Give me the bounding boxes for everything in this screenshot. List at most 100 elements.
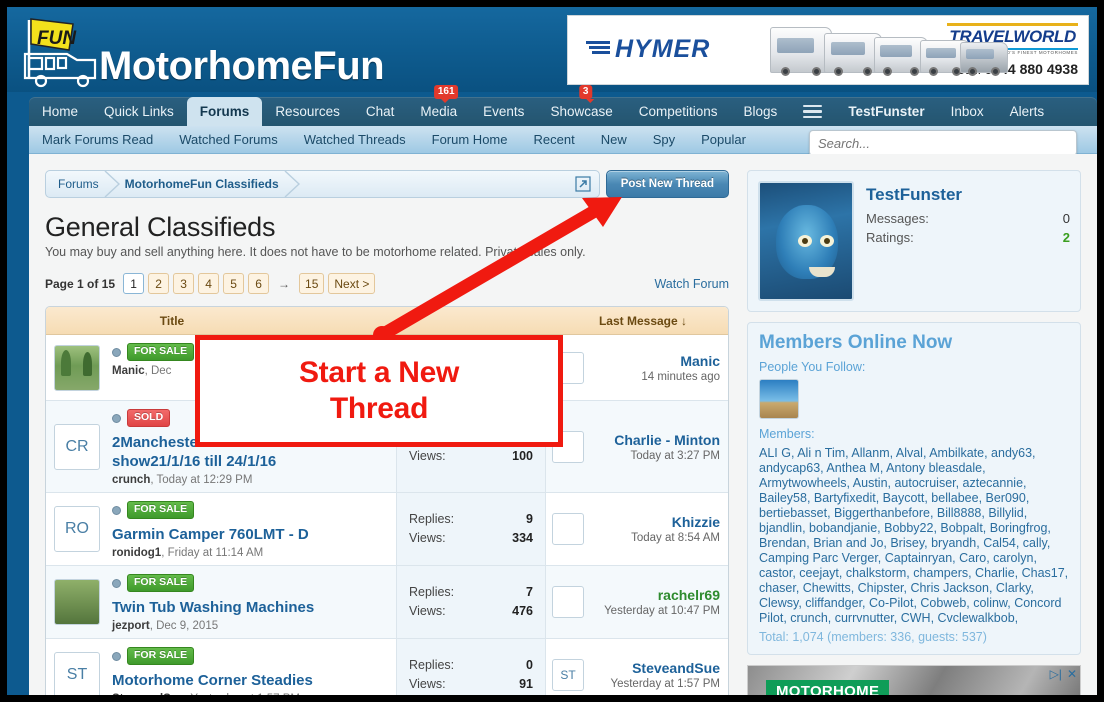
column-header-title[interactable]: Title <box>46 314 558 328</box>
close-icon[interactable]: ✕ <box>1067 668 1077 680</box>
breadcrumb-chevron-icon <box>284 171 302 197</box>
last-poster-name[interactable]: Manic <box>591 353 720 369</box>
nav-item-blogs[interactable]: Blogs <box>731 97 791 126</box>
nav-item-menu[interactable] <box>790 97 835 126</box>
thread-date: Yesterday at 1:57 PM <box>190 693 300 702</box>
ad-controls: ▷| ✕ <box>1050 668 1077 680</box>
avatar[interactable] <box>54 344 100 391</box>
views-label: Views: <box>409 448 446 463</box>
site-logo[interactable]: FUN MotorhomeFun <box>15 9 385 92</box>
last-post-date: Yesterday at 10:47 PM <box>604 605 720 617</box>
search-box[interactable] <box>809 130 1077 156</box>
table-row[interactable]: RO FOR SALE Garmin Camper 760LMT - D ron… <box>46 493 728 566</box>
last-poster-name[interactable]: Charlie - Minton <box>591 432 720 448</box>
avatar[interactable]: RO <box>54 506 100 552</box>
svg-text:FUN: FUN <box>37 28 77 49</box>
page-button-4[interactable]: 4 <box>198 273 220 294</box>
site-header: FUN MotorhomeFun HYMER TRAVELWORLD THE W… <box>7 7 1097 92</box>
forum-description: You may buy and sell anything here. It d… <box>45 245 586 259</box>
views-value: 334 <box>512 531 533 545</box>
thread-title[interactable]: Motorhome Corner Steadies <box>112 671 313 690</box>
thread-author[interactable]: jezport <box>112 620 150 632</box>
page-button-last[interactable]: 15 <box>299 273 325 294</box>
nav-item-competitions[interactable]: Competitions <box>626 97 731 126</box>
thread-prefix[interactable]: FOR SALE <box>127 574 195 592</box>
members-online-list[interactable]: ALI G, Ali n Tim, Allanm, Alval, Ambilka… <box>759 446 1069 626</box>
thread-avatar-cell: ST <box>46 639 108 695</box>
pagination: Page 1 of 15 1 2 3 4 5 6 → 15 Next > <box>45 273 376 294</box>
thread-title[interactable]: Twin Tub Washing Machines <box>112 598 314 617</box>
last-poster-name[interactable]: rachelr69 <box>591 587 720 603</box>
thread-info-cell: FOR SALE Motorhome Corner Steadies Steve… <box>108 639 396 702</box>
watch-forum-link[interactable]: Watch Forum <box>654 277 729 291</box>
replies-label: Replies: <box>409 512 455 526</box>
subnav-recent[interactable]: Recent <box>521 132 588 147</box>
followed-member-avatar[interactable] <box>759 379 799 419</box>
nav-label: Resources <box>275 104 340 119</box>
subnav-spy[interactable]: Spy <box>640 132 688 147</box>
breadcrumb-item-classifieds[interactable]: MotorhomeFun Classifieds <box>113 171 300 197</box>
thread-title[interactable]: Garmin Camper 760LMT - D <box>112 525 309 544</box>
nav-item-user[interactable]: TestFunster <box>835 97 937 126</box>
page-button-3[interactable]: 3 <box>173 273 195 294</box>
avatar[interactable] <box>758 181 854 301</box>
nav-item-media[interactable]: 161 Media <box>407 85 470 126</box>
table-row[interactable]: ST FOR SALE Motorhome Corner Steadies St… <box>46 639 728 702</box>
subnav-watched-threads[interactable]: Watched Threads <box>291 132 419 147</box>
last-poster-avatar[interactable]: ST <box>552 659 584 691</box>
header-banner-ad[interactable]: HYMER TRAVELWORLD THE WORLD'S FINEST MOT… <box>567 15 1089 85</box>
thread-prefix[interactable]: SOLD <box>127 409 171 427</box>
thread-author[interactable]: crunch <box>112 474 150 486</box>
thread-author[interactable]: Manic <box>112 365 145 377</box>
thread-meta: jezport, Dec 9, 2015 <box>112 620 219 632</box>
thread-author[interactable]: ronidog1 <box>112 547 161 559</box>
search-input[interactable] <box>818 135 1068 151</box>
subnav-popular[interactable]: Popular <box>688 132 759 147</box>
thread-prefix[interactable]: FOR SALE <box>127 501 195 519</box>
adchoices-icon[interactable]: ▷| <box>1050 668 1062 680</box>
page-button-6[interactable]: 6 <box>248 273 270 294</box>
nav-item-alerts[interactable]: Alerts <box>997 97 1058 126</box>
thread-date: Dec 9, 2015 <box>156 620 219 632</box>
thread-prefix[interactable]: FOR SALE <box>127 343 195 361</box>
avatar[interactable] <box>54 579 100 625</box>
nav-item-inbox[interactable]: Inbox <box>938 97 997 126</box>
annotation-callout: Start a New Thread <box>195 335 563 447</box>
nav-item-chat[interactable]: Chat <box>353 97 408 126</box>
views-label: Views: <box>409 531 446 545</box>
nav-item-resources[interactable]: Resources <box>262 97 353 126</box>
table-row[interactable]: FOR SALE Twin Tub Washing Machines jezpo… <box>46 566 728 639</box>
subnav-forum-home[interactable]: Forum Home <box>419 132 521 147</box>
last-poster-name[interactable]: Khizzie <box>591 514 720 530</box>
profile-username[interactable]: TestFunster <box>866 185 1070 205</box>
avatar[interactable]: ST <box>54 652 100 695</box>
nav-item-home[interactable]: Home <box>29 97 91 126</box>
avatar[interactable]: CR <box>54 423 100 470</box>
page-button-5[interactable]: 5 <box>223 273 245 294</box>
thread-author[interactable]: SteveandSue <box>112 693 184 695</box>
subnav-new[interactable]: New <box>588 132 640 147</box>
nav-item-forums[interactable]: Forums <box>186 97 263 126</box>
post-new-thread-button[interactable]: Post New Thread <box>605 170 729 198</box>
thread-prefix[interactable]: FOR SALE <box>127 647 195 665</box>
popout-icon[interactable] <box>575 176 591 192</box>
page-body: Forums MotorhomeFun Classifieds Post New… <box>29 154 1097 702</box>
page-button-1[interactable]: 1 <box>123 273 145 294</box>
sidebar-ad[interactable]: MOTORHOME ▷| ✕ <box>747 665 1081 695</box>
last-poster-avatar[interactable] <box>552 513 584 545</box>
nav-item-showcase[interactable]: 3 Showcase <box>537 85 625 126</box>
thread-avatar-cell: RO <box>46 493 108 565</box>
breadcrumb-item-forums[interactable]: Forums <box>46 171 120 197</box>
nav-item-quick-links[interactable]: Quick Links <box>91 97 187 126</box>
page-button-next[interactable]: Next > <box>328 273 376 294</box>
subnav-watched-forums[interactable]: Watched Forums <box>166 132 291 147</box>
thread-avatar-cell: CR <box>46 401 108 492</box>
media-badge: 161 <box>433 85 459 103</box>
last-poster-avatar[interactable] <box>552 586 584 618</box>
last-poster-name[interactable]: SteveandSue <box>591 660 720 676</box>
page-button-2[interactable]: 2 <box>148 273 170 294</box>
nav-item-events[interactable]: Events <box>470 97 537 126</box>
subnav-mark-forums-read[interactable]: Mark Forums Read <box>29 132 166 147</box>
thread-date: Today at 12:29 PM <box>156 474 253 486</box>
column-header-last-message[interactable]: Last Message ↓ <box>558 314 728 328</box>
